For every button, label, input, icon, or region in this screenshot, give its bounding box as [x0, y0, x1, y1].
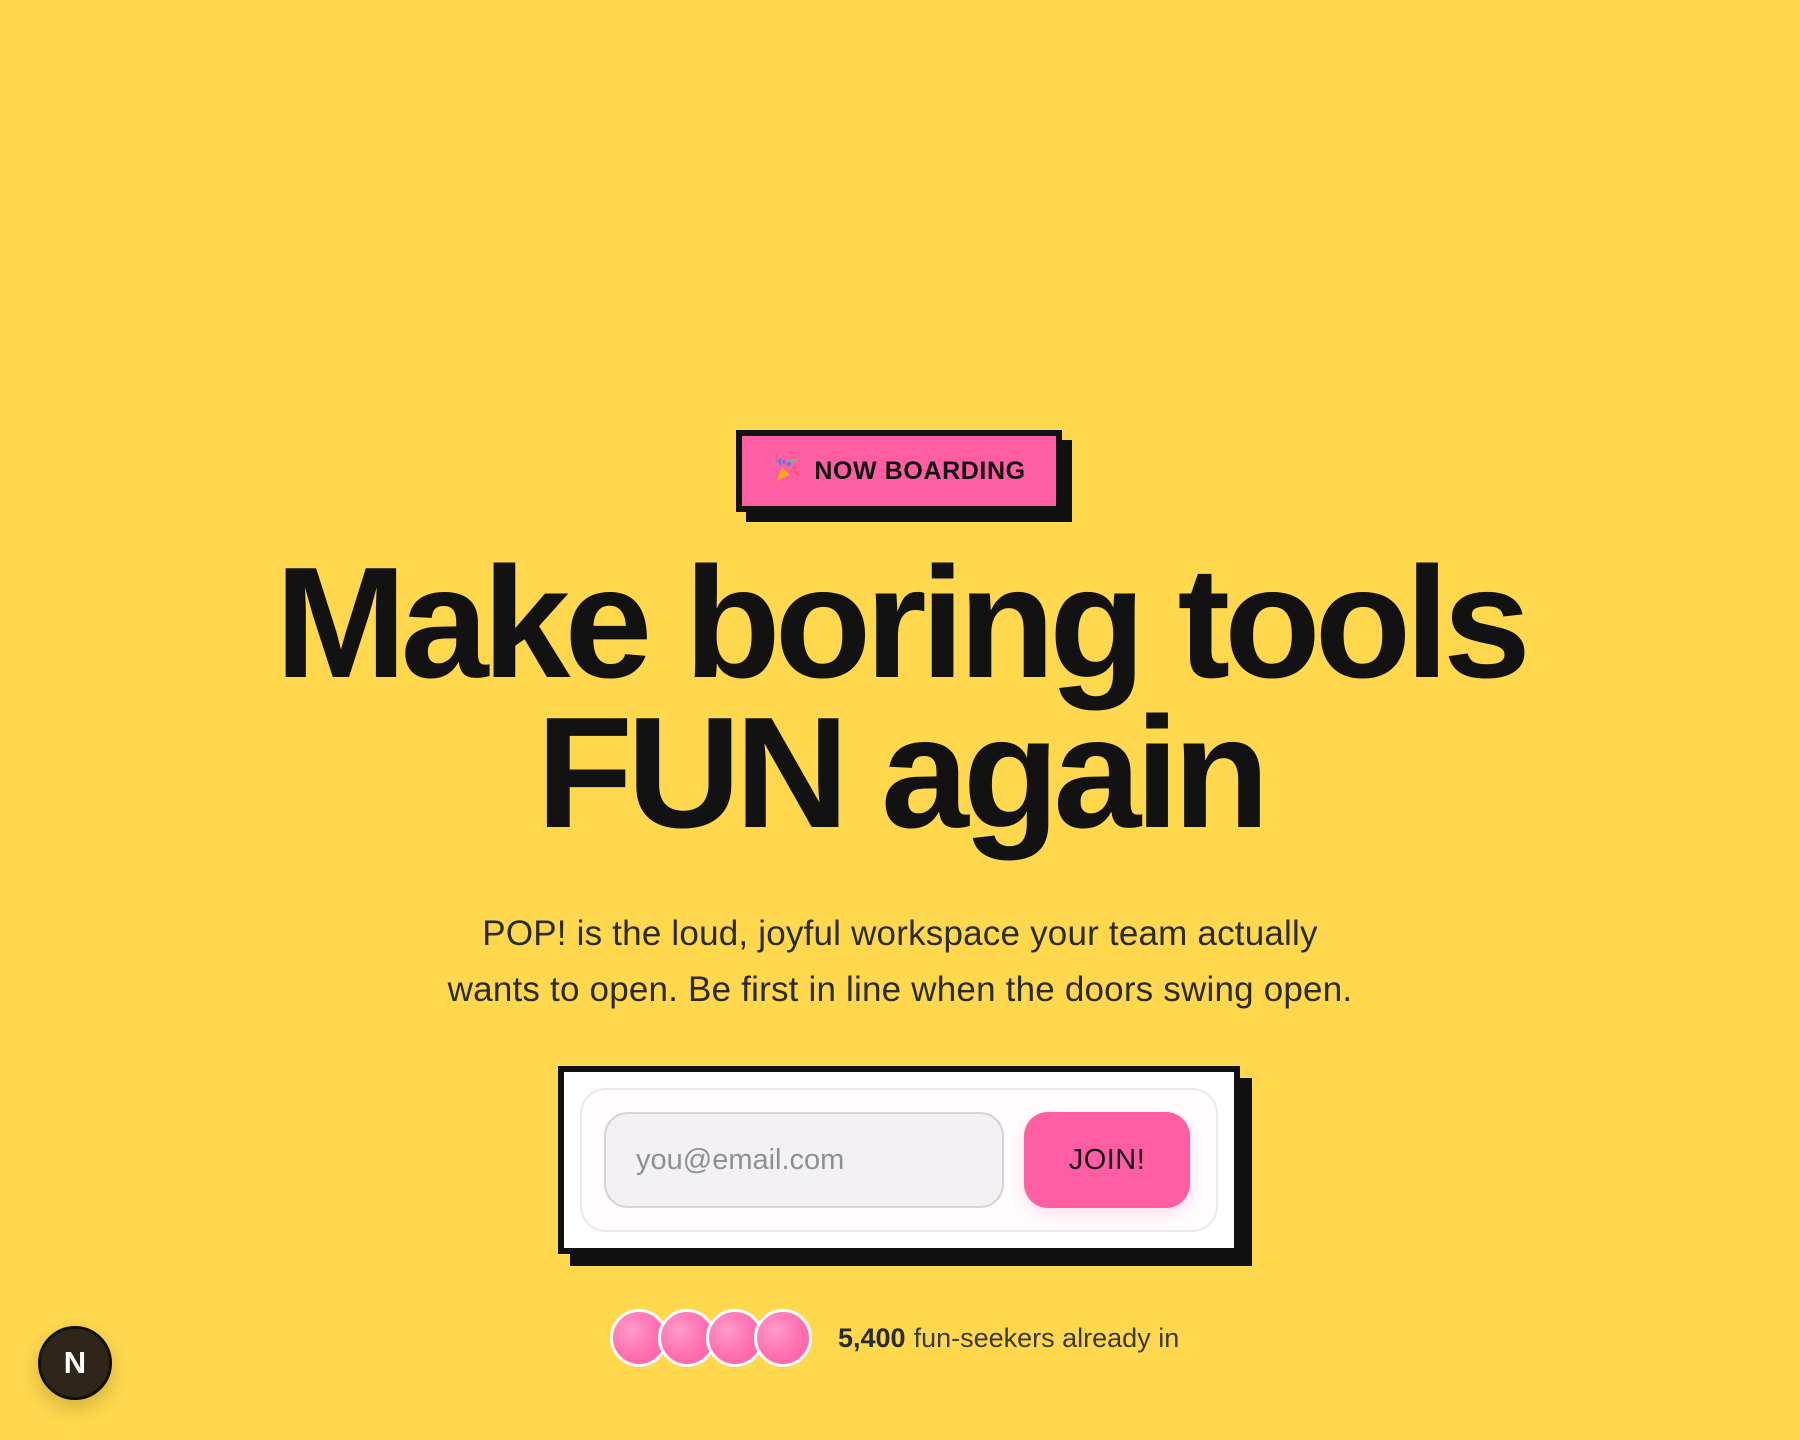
page-subtitle: POP! is the loud, joyful workspace your …: [360, 906, 1440, 1018]
subtitle-line-2: wants to open. Be first in line when the…: [447, 970, 1353, 1009]
social-proof: 5,400 fun-seekers already in: [610, 1308, 1210, 1368]
social-proof-text: 5,400 fun-seekers already in: [838, 1323, 1179, 1354]
landing-page: NOW BOARDING Make boring tools FUN again…: [0, 0, 1800, 1440]
badge: NOW BOARDING: [736, 430, 1062, 512]
badge-label: NOW BOARDING: [814, 456, 1026, 485]
signup-card: JOIN!: [558, 1066, 1252, 1266]
title-line-1: Make boring tools: [275, 535, 1531, 711]
signup-card-frame: JOIN!: [558, 1066, 1240, 1254]
page-title: Make boring tools FUN again: [150, 535, 1650, 861]
confetti-icon: [772, 457, 800, 485]
join-button[interactable]: JOIN!: [1024, 1112, 1190, 1208]
social-proof-count: 5,400: [838, 1322, 906, 1353]
email-input[interactable]: [604, 1112, 1004, 1208]
social-proof-label: fun-seekers already in: [913, 1322, 1180, 1353]
avatar: [754, 1309, 812, 1367]
avatar-stack: [610, 1309, 812, 1367]
title-line-2: FUN again: [536, 685, 1269, 861]
signup-form: JOIN!: [580, 1088, 1218, 1232]
now-boarding-badge: NOW BOARDING: [736, 430, 1072, 522]
subtitle-line-1: POP! is the loud, joyful workspace your …: [482, 914, 1318, 953]
floating-n-button[interactable]: N: [38, 1326, 112, 1400]
